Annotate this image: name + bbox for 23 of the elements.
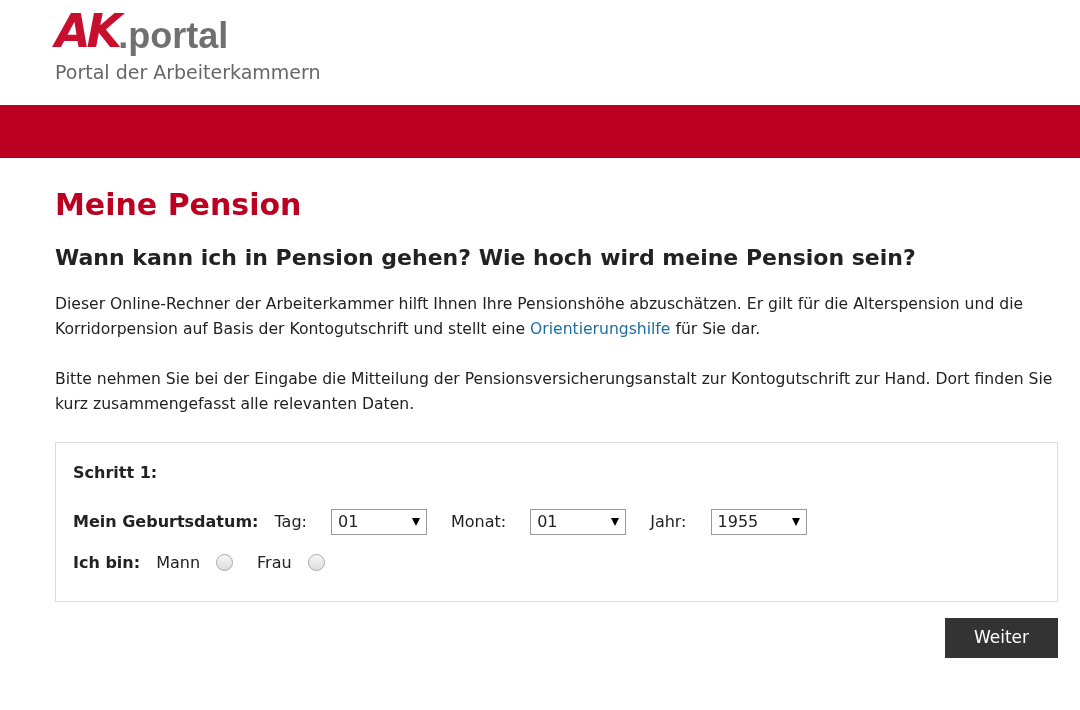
- field-label: Tag:: [274, 510, 307, 533]
- option-label: Mann: [156, 551, 200, 574]
- intro-paragraph: Dieser Online-Rechner der Arbeiterkammer hilft Ihnen Ihre Pensionshöhe abzuschätzen. Er gilt für die Alterspension und die Korridorpension auf Basis der Kontogutschrift und stellt eine Orientierungshilfe für Sie dar.: [55, 293, 1025, 340]
- field-label: Jahr:: [650, 510, 687, 533]
- field-label: Ich bin:: [73, 551, 141, 574]
- caret-icon: [611, 517, 620, 526]
- page-title: Meine Pension: [55, 185, 303, 224]
- field-label: Mein Geburtsdatum:: [73, 510, 259, 533]
- note-paragraph: Bitte nehmen Sie bei der Eingabe die Mitteilung der Pensionsversicherungsanstalt zur Kontogutschrift zur Hand. Dort finden Sie kurz zusammengefasst alle relevanten Daten.: [55, 368, 1054, 415]
- radio-button[interactable]: [216, 554, 233, 571]
- option-label: Frau: [257, 551, 292, 574]
- tagline: Portal der Arbeiterkammern: [55, 60, 322, 85]
- radio-button[interactable]: [307, 554, 325, 571]
- dropdown[interactable]: 1955: [710, 508, 807, 535]
- subtitle: Wann kann ich in Pension gehen? Wie hoch wird meine Pension sein?: [55, 243, 917, 272]
- field-label: Monat:: [450, 510, 507, 533]
- next-button[interactable]: Weiter: [945, 617, 1058, 658]
- orientation-link[interactable]: Orientierungshilfe: [530, 319, 671, 338]
- step-heading: Schritt 1:: [73, 461, 159, 484]
- caret-icon: [411, 517, 420, 526]
- dropdown[interactable]: 01: [530, 508, 627, 535]
- caret-icon: [791, 517, 800, 526]
- dropdown[interactable]: 01: [330, 508, 427, 535]
